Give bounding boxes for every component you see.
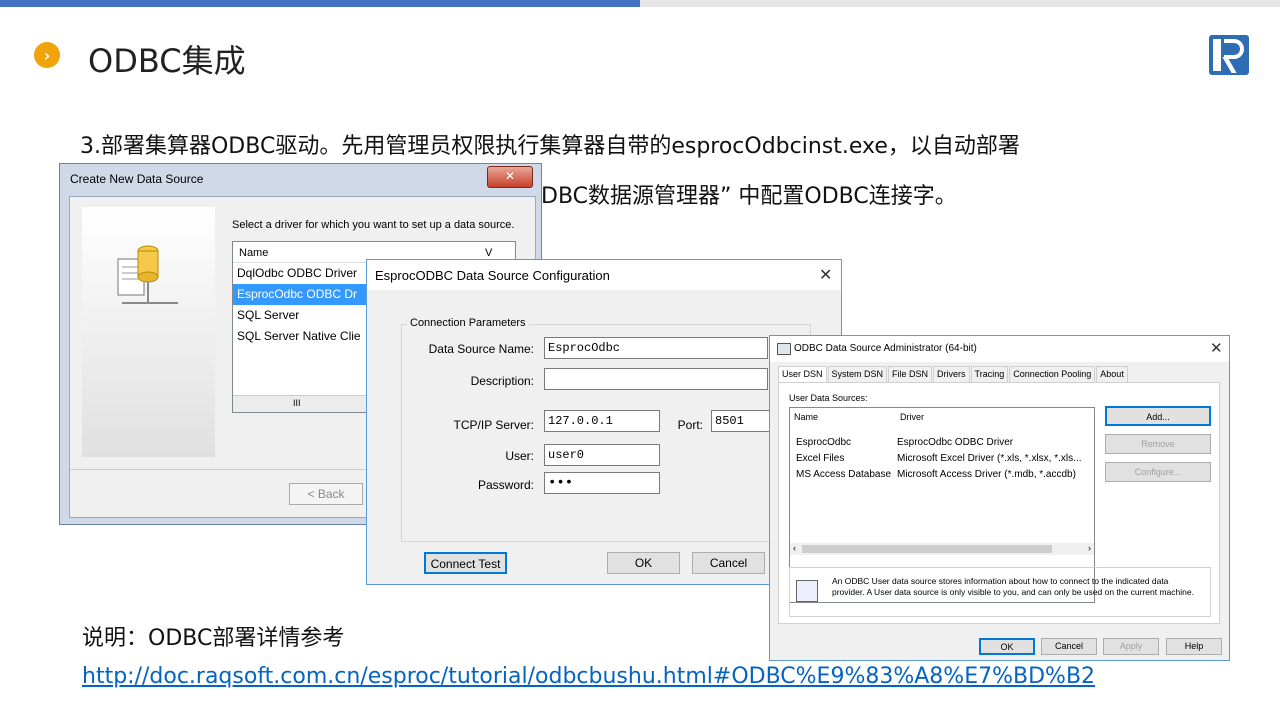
dialog-title: Create New Data Source [70,172,204,186]
ok-button[interactable]: OK [979,638,1035,655]
table-row-name[interactable]: EsprocOdbc [796,437,851,448]
description-label: Description: [470,374,534,388]
tab-tracing[interactable]: Tracing [970,366,1009,382]
odbc-admin-dialog: ODBC Data Source Administrator (64-bit) … [769,335,1230,661]
close-icon[interactable]: ✕ [1210,339,1223,357]
chevron-right-icon: › [34,42,60,68]
dialog-title: EsprocODBC Data Source Configuration [375,268,610,283]
user-dsn-panel: User Data Sources: Name Driver EsprocOdb… [778,382,1220,624]
odbc-app-icon [777,343,791,355]
user-input[interactable]: user0 [544,444,660,466]
wizard-art [82,207,215,457]
column-driver[interactable]: Driver [900,412,924,422]
table-row-driver[interactable]: Microsoft Excel Driver (*.xls, *.xlsx, *… [897,453,1081,464]
user-data-sources-label: User Data Sources: [789,393,868,403]
remove-button[interactable]: Remove [1105,434,1211,454]
top-accent-bar [0,0,640,7]
tab-strip: User DSN System DSN File DSN Drivers Tra… [778,366,1129,382]
note-text: 说明：ODBC部署详情参考 [82,626,345,651]
group-label: Connection Parameters [407,317,529,329]
add-button[interactable]: Add... [1105,406,1211,426]
password-label: Password: [477,478,534,492]
description-input[interactable] [544,368,768,390]
info-text: An ODBC User data source stores informat… [832,576,1194,597]
user-label: User: [505,449,534,463]
back-button[interactable]: < Back [289,483,363,505]
port-label: Port: [677,418,703,432]
info-icon [796,580,818,602]
help-button[interactable]: Help [1166,638,1222,655]
page-title: ODBC集成 [88,42,246,80]
table-row-name[interactable]: MS Access Database [796,469,891,480]
table-row-driver[interactable]: EsprocOdbc ODBC Driver [897,437,1013,448]
tab-user-dsn[interactable]: User DSN [778,366,827,382]
tab-system-dsn[interactable]: System DSN [827,366,888,382]
connect-test-button[interactable]: Connect Test [424,552,507,574]
server-label: TCP/IP Server: [453,418,534,432]
port-input[interactable]: 8501 [711,410,771,432]
cancel-button[interactable]: Cancel [1041,638,1097,655]
tab-connection-pooling[interactable]: Connection Pooling [1009,366,1096,382]
ok-button[interactable]: OK [607,552,680,574]
horizontal-scrollbar[interactable]: ‹ › [790,543,1094,555]
table-row-driver[interactable]: Microsoft Access Driver (*.mdb, *.accdb) [897,469,1076,480]
password-input[interactable]: ••• [544,472,660,494]
body-text-line1: 3.部署集算器ODBC驱动。先用管理员权限执行集算器自带的esprocOdbci… [80,134,1020,159]
close-button[interactable]: ✕ [487,166,533,188]
raqsoft-logo-icon [1209,35,1249,75]
dialog-title: ODBC Data Source Administrator (64-bit) [794,343,977,354]
configure-button[interactable]: Configure... [1105,462,1211,482]
dsn-label: Data Source Name: [428,342,534,356]
tab-about[interactable]: About [1096,366,1128,382]
body-text-line2: DBC数据源管理器” 中配置ODBC连接字。 [541,184,957,209]
scroll-left-icon: ‹ [793,543,796,553]
dsn-input[interactable]: EsprocOdbc [544,337,768,359]
table-row-name[interactable]: Excel Files [796,453,844,464]
info-box: An ODBC User data source stores informat… [789,567,1211,617]
top-gray-bar [640,0,1280,7]
tab-file-dsn[interactable]: File DSN [888,366,933,382]
doc-link[interactable]: http://doc.raqsoft.com.cn/esproc/tutoria… [82,664,1095,689]
close-icon[interactable]: ✕ [819,265,832,285]
driver-prompt: Select a driver for which you want to se… [232,219,515,231]
scroll-right-icon: › [1088,543,1091,553]
column-name[interactable]: Name [794,412,818,422]
cancel-button[interactable]: Cancel [692,552,765,574]
tab-drivers[interactable]: Drivers [933,366,970,382]
database-icon [117,245,178,304]
apply-button[interactable]: Apply [1103,638,1159,655]
